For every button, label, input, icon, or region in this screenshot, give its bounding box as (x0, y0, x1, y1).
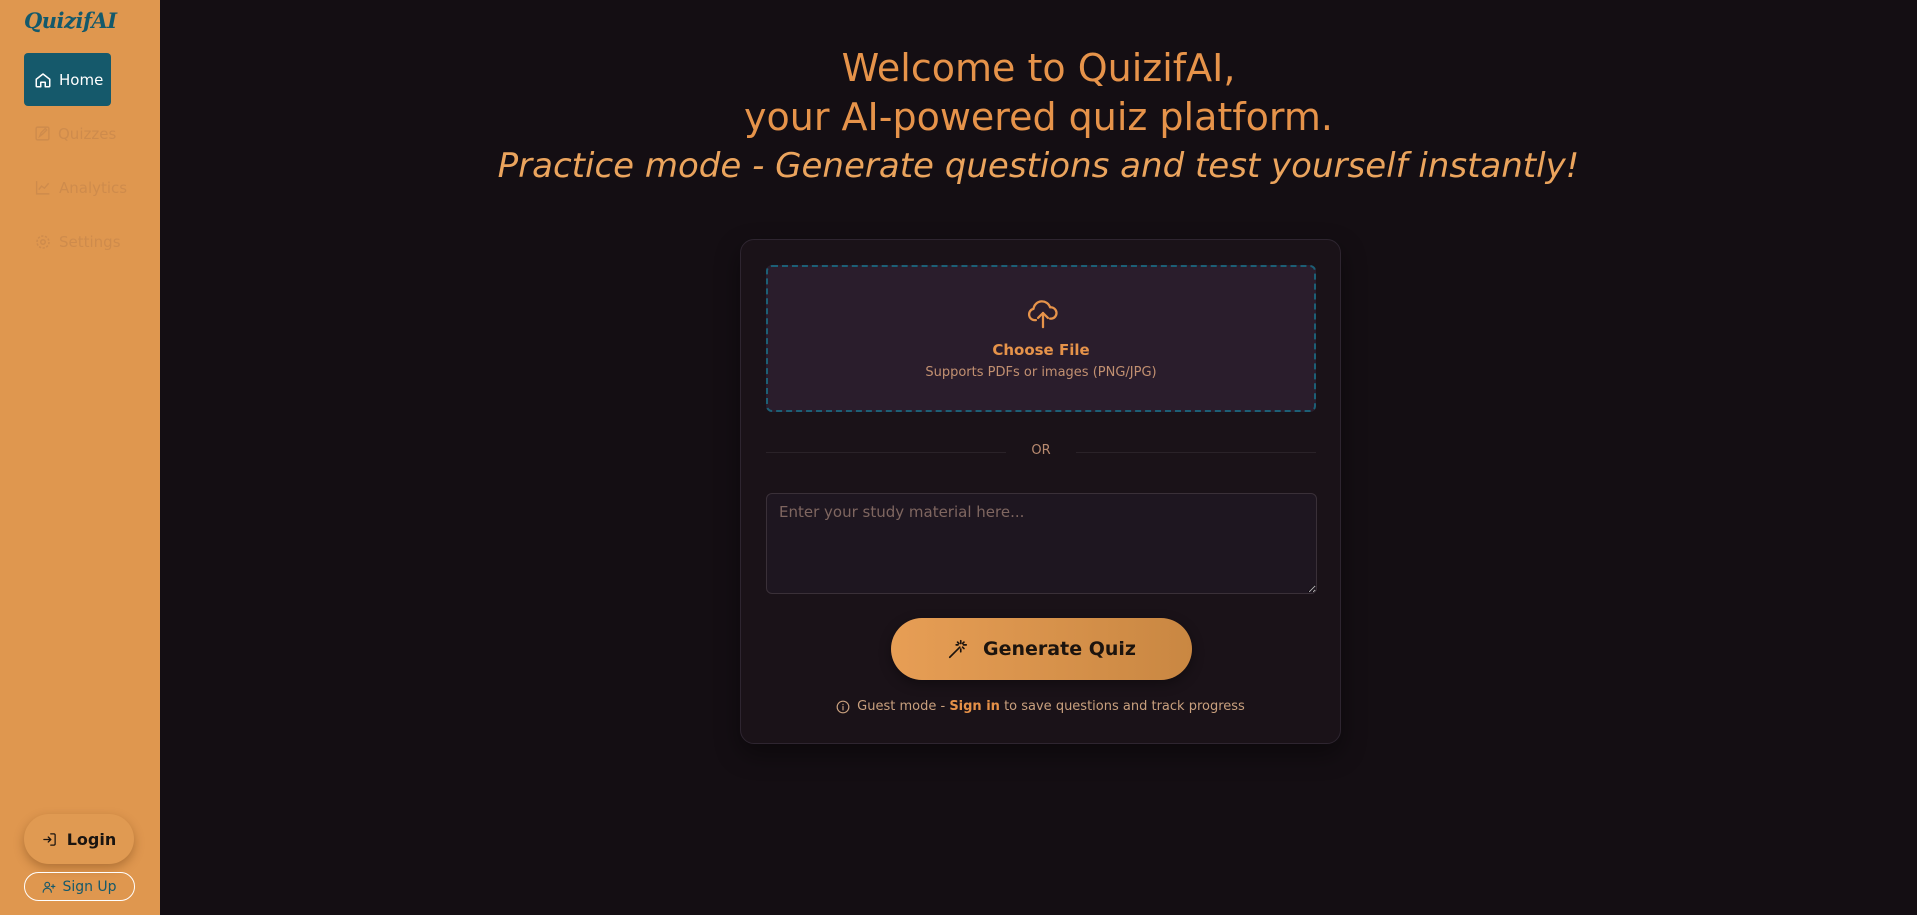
home-icon (35, 72, 51, 87)
sidebar-item-label: Analytics (59, 178, 128, 197)
main-content: Welcome to QuizifAI, your AI-powered qui… (160, 0, 1917, 915)
generate-quiz-button[interactable]: Generate Quiz (891, 618, 1192, 680)
chart-icon (35, 181, 50, 195)
info-icon (836, 700, 850, 713)
welcome-title: Welcome to QuizifAI, (841, 46, 1236, 90)
sidebar-item-home[interactable]: Home (24, 53, 111, 106)
login-icon (42, 832, 56, 846)
cloud-upload-icon (1027, 300, 1058, 329)
user-plus-icon (43, 881, 56, 893)
generate-quiz-label: Generate Quiz (983, 638, 1136, 660)
sidebar-item-label: Settings (59, 232, 121, 251)
guest-mode-notice: Guest mode - Sign in to save questions a… (741, 699, 1340, 714)
signup-button[interactable]: Sign Up (24, 872, 135, 901)
supported-formats-text: Supports PDFs or images (PNG/JPG) (925, 365, 1157, 380)
sidebar-item-label: Home (59, 70, 104, 89)
sidebar-item-quizzes[interactable]: Quizzes (24, 107, 134, 160)
file-dropzone[interactable]: Choose File Supports PDFs or images (PNG… (766, 265, 1316, 412)
quiz-generator-card: Choose File Supports PDFs or images (PNG… (740, 239, 1341, 744)
study-material-input[interactable] (766, 493, 1317, 594)
sidebar-item-analytics[interactable]: Analytics (24, 161, 134, 214)
guest-mode-prefix: Guest mode - (857, 699, 950, 714)
signup-label: Sign Up (62, 878, 117, 895)
welcome-subtitle: your AI-powered quiz platform. (744, 95, 1333, 139)
sidebar-item-settings[interactable]: Settings (24, 215, 134, 268)
guest-mode-suffix: to save questions and track progress (999, 699, 1245, 714)
sign-in-link[interactable]: Sign in (949, 699, 1000, 714)
gear-icon (36, 234, 50, 249)
choose-file-label[interactable]: Choose File (768, 341, 1314, 359)
or-divider-label: OR (1006, 443, 1076, 458)
magic-wand-icon (948, 639, 968, 659)
pencil-icon (35, 126, 50, 141)
login-button[interactable]: Login (24, 814, 134, 864)
app-logo[interactable]: QuizifAI (24, 8, 117, 33)
sidebar-item-label: Quizzes (58, 124, 117, 143)
login-label: Login (66, 829, 117, 849)
sidebar: QuizifAI Home Quizzes Analytics Settings… (0, 0, 160, 915)
practice-mode-tagline: Practice mode - Generate questions and t… (497, 146, 1580, 186)
